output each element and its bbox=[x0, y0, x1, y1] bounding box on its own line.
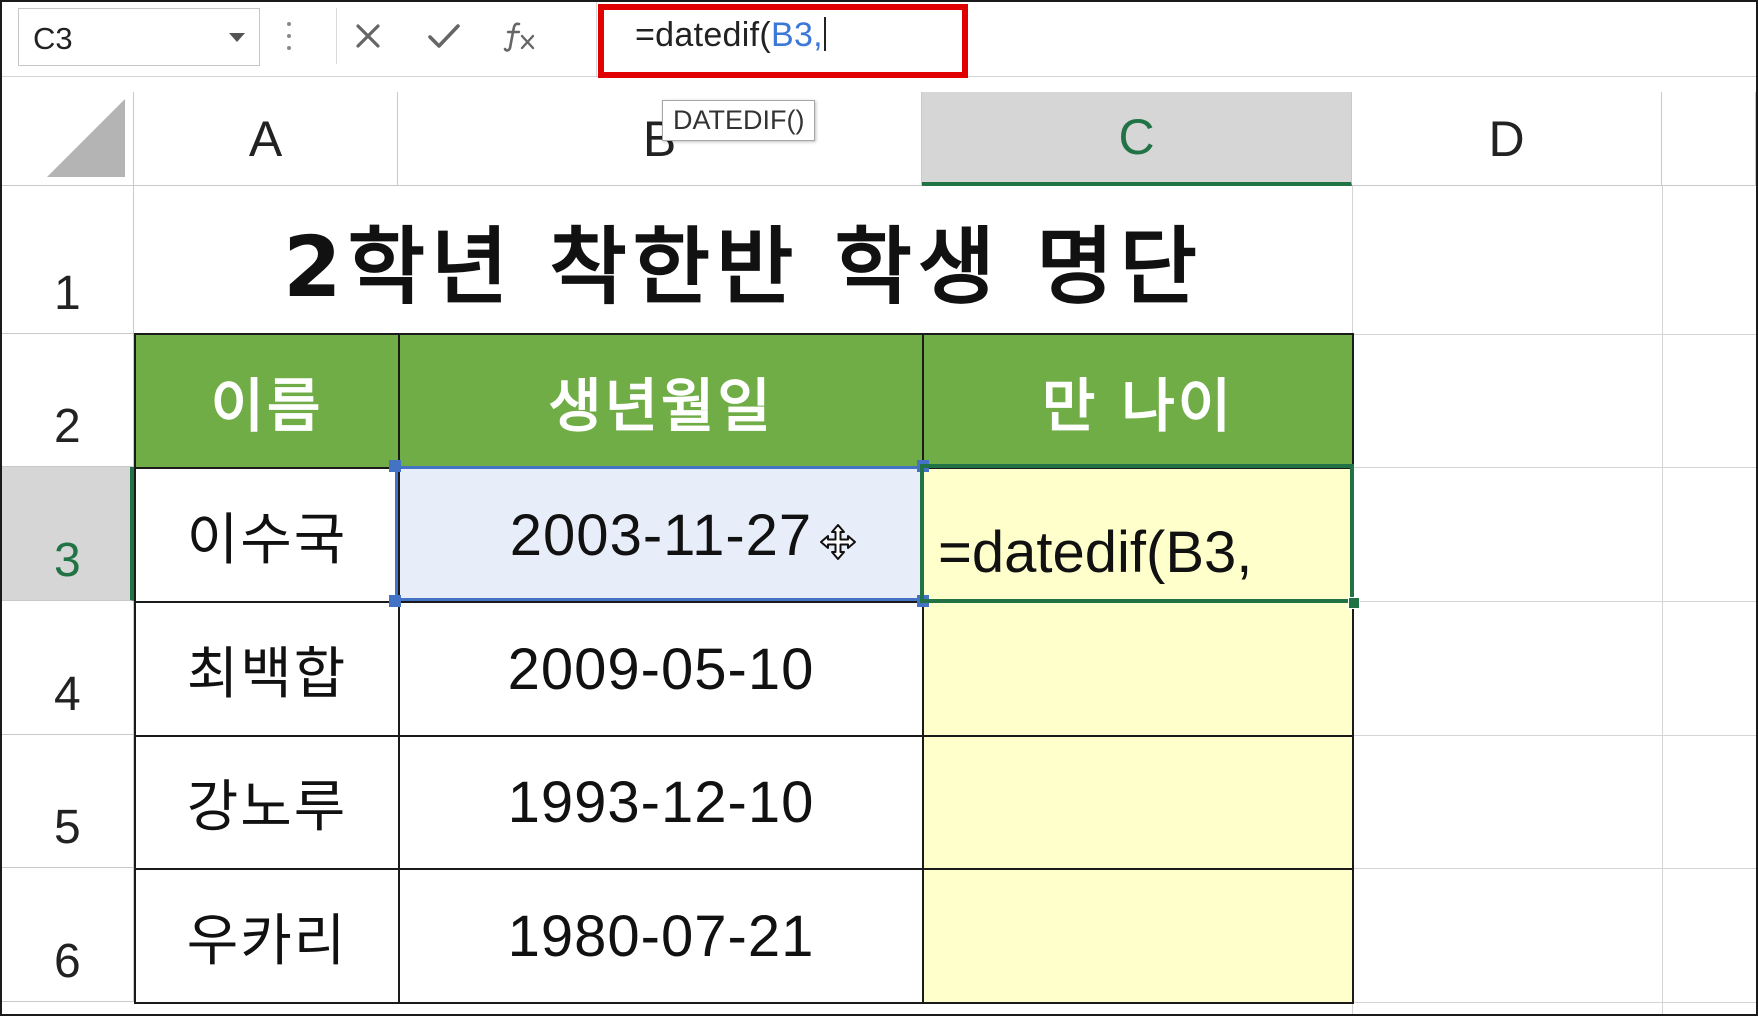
row-header-label: 5 bbox=[54, 801, 81, 854]
column-header-a[interactable]: A bbox=[134, 92, 398, 186]
row-header-label: 2 bbox=[54, 400, 81, 453]
row-header-label: 4 bbox=[54, 668, 81, 721]
select-all-triangle-icon bbox=[47, 99, 125, 177]
function-tooltip[interactable]: DATEDIF() bbox=[662, 100, 816, 141]
cell-c3[interactable]: =datedif(B3, bbox=[922, 467, 1354, 603]
reference-handle[interactable] bbox=[389, 595, 401, 607]
column-header-label: A bbox=[248, 110, 283, 167]
sheet-title[interactable]: 2학년 착한반 학생 명단 bbox=[134, 186, 1352, 334]
formula-bar: C3 =datedif(B3, bbox=[2, 2, 1756, 78]
cell-a3[interactable]: 이수국 bbox=[134, 467, 400, 603]
header-cell-name[interactable]: 이름 bbox=[134, 333, 400, 469]
cell-c4[interactable] bbox=[922, 601, 1354, 737]
cell-b4[interactable]: 2009-05-10 bbox=[398, 601, 924, 737]
reference-handle[interactable] bbox=[917, 460, 929, 472]
row-header-label: 1 bbox=[54, 267, 81, 320]
row-header-label: 6 bbox=[54, 935, 81, 988]
insert-function-button[interactable] bbox=[497, 14, 543, 58]
row-header-5[interactable]: 5 bbox=[2, 735, 134, 868]
cell-c6[interactable] bbox=[922, 868, 1354, 1004]
row-header-3[interactable]: 3 bbox=[2, 467, 134, 601]
gridline bbox=[1352, 1002, 1756, 1003]
column-header-e[interactable] bbox=[1662, 92, 1756, 186]
spreadsheet-window: C3 =datedif(B3, A B C D 1 2 3 4 5 6 2학년 … bbox=[0, 0, 1758, 1016]
gridline bbox=[1352, 334, 1756, 335]
row-header-1[interactable]: 1 bbox=[2, 186, 134, 334]
formula-buttons bbox=[336, 8, 577, 64]
annotation-highlight-box bbox=[598, 4, 968, 78]
cell-b6[interactable]: 1980-07-21 bbox=[398, 868, 924, 1004]
header-cell-age[interactable]: 만 나이 bbox=[922, 333, 1354, 469]
row-header-label: 3 bbox=[54, 534, 81, 587]
cell-a5[interactable]: 강노루 bbox=[134, 735, 400, 870]
cell-c5[interactable] bbox=[922, 735, 1354, 870]
reference-handle[interactable] bbox=[389, 460, 401, 472]
name-box[interactable]: C3 bbox=[18, 8, 260, 66]
chevron-down-icon[interactable] bbox=[229, 33, 245, 42]
name-box-value: C3 bbox=[33, 21, 73, 56]
column-header-c[interactable]: C bbox=[922, 92, 1352, 186]
grip-dots-icon[interactable] bbox=[286, 20, 292, 52]
select-all-button[interactable] bbox=[2, 92, 134, 186]
header-cell-birthdate[interactable]: 생년월일 bbox=[398, 333, 924, 469]
column-header-b[interactable]: B bbox=[398, 92, 922, 186]
cell-b5[interactable]: 1993-12-10 bbox=[398, 735, 924, 870]
column-header-d[interactable]: D bbox=[1352, 92, 1662, 186]
gridline bbox=[1352, 601, 1756, 602]
fx-icon bbox=[503, 22, 535, 52]
gridline bbox=[1352, 467, 1756, 468]
cell-a6[interactable]: 우카리 bbox=[134, 868, 400, 1004]
cancel-button[interactable] bbox=[345, 14, 391, 58]
column-header-label: D bbox=[1488, 110, 1525, 167]
move-cursor-icon bbox=[820, 524, 856, 560]
row-header-4[interactable]: 4 bbox=[2, 601, 134, 735]
checkmark-icon bbox=[428, 24, 460, 48]
x-icon bbox=[356, 24, 380, 48]
row-header-6[interactable]: 6 bbox=[2, 868, 134, 1002]
row-header-2[interactable]: 2 bbox=[2, 334, 134, 467]
fill-handle[interactable] bbox=[1348, 597, 1360, 609]
gridline bbox=[1352, 735, 1756, 736]
gridline bbox=[1352, 868, 1756, 869]
column-header-label: C bbox=[1118, 109, 1155, 165]
cell-a4[interactable]: 최백합 bbox=[134, 601, 400, 737]
reference-handle[interactable] bbox=[917, 595, 929, 607]
enter-button[interactable] bbox=[421, 14, 467, 58]
